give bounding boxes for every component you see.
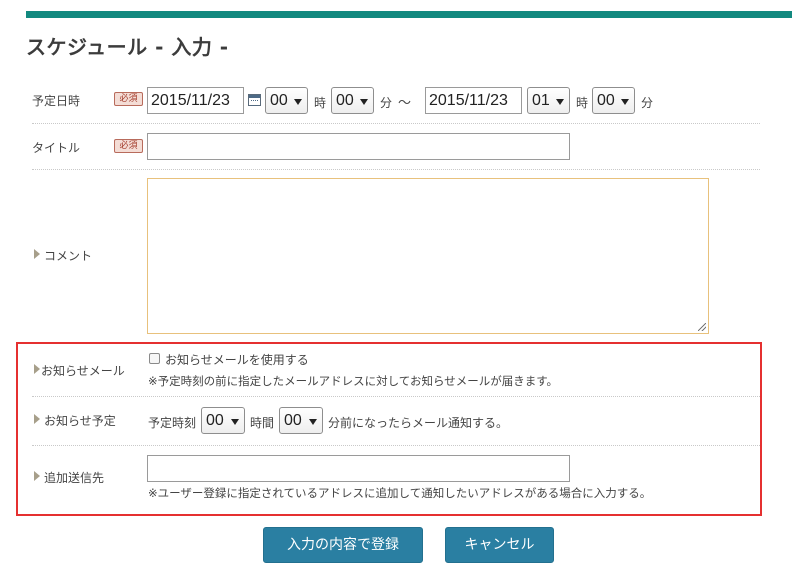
end-minute-select[interactable]: 00 (592, 87, 635, 114)
notify-hour-value: 00 (206, 412, 224, 429)
chevron-down-icon (360, 99, 368, 105)
notify-mail-checkbox-label[interactable]: お知らせメールを使用する (165, 351, 309, 368)
row-divider (32, 123, 760, 124)
triangle-bullet-icon (34, 249, 40, 259)
triangle-bullet-icon (34, 471, 40, 481)
chevron-down-icon (231, 419, 239, 425)
comment-textarea[interactable] (147, 178, 709, 334)
end-hour-value: 01 (532, 92, 550, 109)
triangle-bullet-icon (34, 364, 40, 374)
row-divider (32, 445, 760, 446)
notify-hour-unit: 時間 (250, 416, 275, 430)
title-label: タイトル (32, 141, 81, 155)
minute-unit: 分 (380, 96, 393, 110)
notify-minute-select[interactable]: 00 (279, 407, 323, 434)
notify-mail-note: ※予定時刻の前に指定したメールアドレスに対してお知らせメールが届きます。 (148, 374, 559, 388)
row-divider (32, 396, 760, 397)
notify-minute-value: 00 (284, 412, 302, 429)
chevron-down-icon (294, 99, 302, 105)
page-title: スケジュール - 入力 - (26, 35, 229, 59)
required-badge: 必須 (114, 92, 143, 106)
notify-hour-select[interactable]: 00 (201, 407, 245, 434)
start-minute-select[interactable]: 00 (331, 87, 374, 114)
end-hour-select[interactable]: 01 (527, 87, 570, 114)
hour-unit: 時 (576, 96, 589, 110)
title-input[interactable] (147, 133, 570, 160)
notify-schedule-label: お知らせ予定 (44, 414, 116, 428)
hour-unit: 時 (314, 96, 327, 110)
extra-recipients-label: 追加送信先 (44, 471, 105, 485)
chevron-down-icon (309, 419, 317, 425)
start-minute-value: 00 (336, 92, 354, 109)
end-minute-value: 00 (597, 92, 615, 109)
chevron-down-icon (621, 99, 629, 105)
required-badge: 必須 (114, 139, 143, 153)
row-divider (32, 169, 760, 170)
triangle-bullet-icon (34, 414, 40, 424)
notify-schedule-suffix: 分前になったらメール通知する。 (328, 416, 509, 430)
start-hour-select[interactable]: 00 (265, 87, 308, 114)
submit-button[interactable]: 入力の内容で登録 (263, 527, 423, 563)
extra-recipients-note: ※ユーザー登録に指定されているアドレスに追加して通知したいアドレスがある場合に入… (148, 486, 652, 500)
chevron-down-icon (556, 99, 564, 105)
resize-handle-icon[interactable] (698, 323, 706, 331)
start-hour-value: 00 (270, 92, 288, 109)
minute-unit: 分 (641, 96, 654, 110)
notify-mail-checkbox[interactable] (149, 353, 160, 364)
extra-recipients-input[interactable] (147, 455, 570, 482)
notify-mail-label: お知らせメール (41, 364, 125, 378)
start-date-input[interactable] (147, 87, 244, 114)
comment-label: コメント (44, 249, 93, 263)
cancel-button[interactable]: キャンセル (445, 527, 554, 563)
calendar-icon[interactable] (248, 94, 261, 106)
schedule-date-label: 予定日時 (32, 94, 81, 108)
range-separator: ～ (398, 96, 412, 111)
accent-bar (26, 11, 792, 18)
notify-schedule-prefix: 予定時刻 (148, 416, 197, 430)
end-date-input[interactable] (425, 87, 522, 114)
